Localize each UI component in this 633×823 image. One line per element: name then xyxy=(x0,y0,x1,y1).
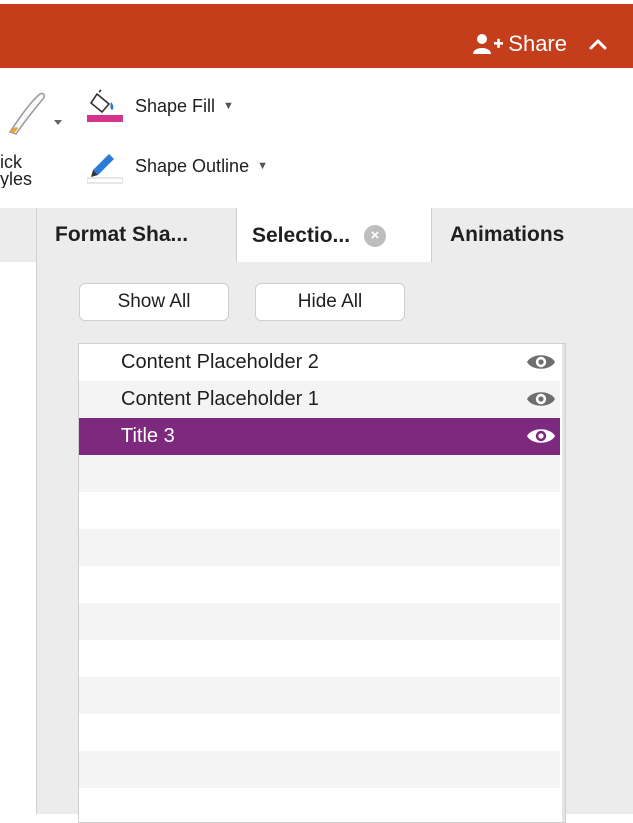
quick-styles-icon[interactable] xyxy=(8,90,68,136)
share-label: Share xyxy=(508,31,567,56)
list-item[interactable]: Content Placeholder 2 xyxy=(79,344,560,381)
selection-pane: Show All Hide All Content Placeholder 2 … xyxy=(36,262,633,823)
list-scrollbar[interactable] xyxy=(562,344,565,822)
pane-tabs: Format Sha... Selectio... × Animations xyxy=(0,208,633,264)
empty-row xyxy=(79,455,560,492)
empty-row xyxy=(79,566,560,603)
eye-icon[interactable] xyxy=(526,389,556,409)
paint-bucket-icon xyxy=(87,89,123,122)
tab-animations[interactable]: Animations xyxy=(450,208,564,262)
shape-fill-dropdown-icon[interactable]: ▼ xyxy=(223,100,234,112)
hide-all-label: Hide All xyxy=(297,291,363,312)
list-item-selected[interactable]: Title 3 xyxy=(79,418,560,455)
empty-row xyxy=(79,788,560,822)
shape-fill-button[interactable]: Shape Fill ▼ xyxy=(87,88,234,124)
show-all-label: Show All xyxy=(117,291,191,312)
shape-outline-button[interactable]: Shape Outline ▼ xyxy=(87,148,268,184)
tabs-divider xyxy=(36,208,37,262)
empty-row xyxy=(79,492,560,529)
empty-row xyxy=(79,677,560,714)
hide-all-button[interactable]: Hide All xyxy=(255,283,405,321)
list-item[interactable]: Content Placeholder 1 xyxy=(79,381,560,418)
ribbon: ick yles Shape Fill ▼ Shape Outline ▼ xyxy=(0,68,633,208)
close-icon[interactable]: × xyxy=(364,225,387,247)
show-all-button[interactable]: Show All xyxy=(79,283,229,321)
tab-animations-label: Animations xyxy=(450,223,565,246)
empty-row xyxy=(79,714,560,751)
empty-row xyxy=(79,529,560,566)
pencil-icon xyxy=(87,154,123,184)
empty-row xyxy=(79,640,560,677)
tab-format-shape-label: Format Sha... xyxy=(55,223,189,246)
tab-selection[interactable]: Selectio... × xyxy=(236,208,432,264)
empty-row xyxy=(79,751,560,788)
tab-format-shape[interactable]: Format Sha... xyxy=(55,208,188,262)
add-person-icon xyxy=(473,34,504,54)
quick-styles-label[interactable]: ick yles xyxy=(0,154,70,188)
title-bar: Share xyxy=(0,0,633,68)
shape-outline-label: Shape Outline xyxy=(135,155,250,176)
tab-selection-label: Selectio... xyxy=(252,224,351,247)
list-item-label: Title 3 xyxy=(121,425,175,447)
eye-icon[interactable] xyxy=(526,426,556,446)
shape-outline-dropdown-icon[interactable]: ▼ xyxy=(257,160,268,172)
shape-fill-label: Shape Fill xyxy=(135,95,216,116)
eye-icon[interactable] xyxy=(526,352,556,372)
list-item-label: Content Placeholder 2 xyxy=(121,351,319,373)
list-item-label: Content Placeholder 1 xyxy=(121,388,319,410)
share-button[interactable]: Share xyxy=(472,28,607,60)
selection-list: Content Placeholder 2 Content Placeholde… xyxy=(78,343,566,823)
quick-styles-label-line2: yles xyxy=(0,169,33,188)
chevron-up-icon[interactable] xyxy=(589,37,607,51)
empty-row xyxy=(79,603,560,640)
